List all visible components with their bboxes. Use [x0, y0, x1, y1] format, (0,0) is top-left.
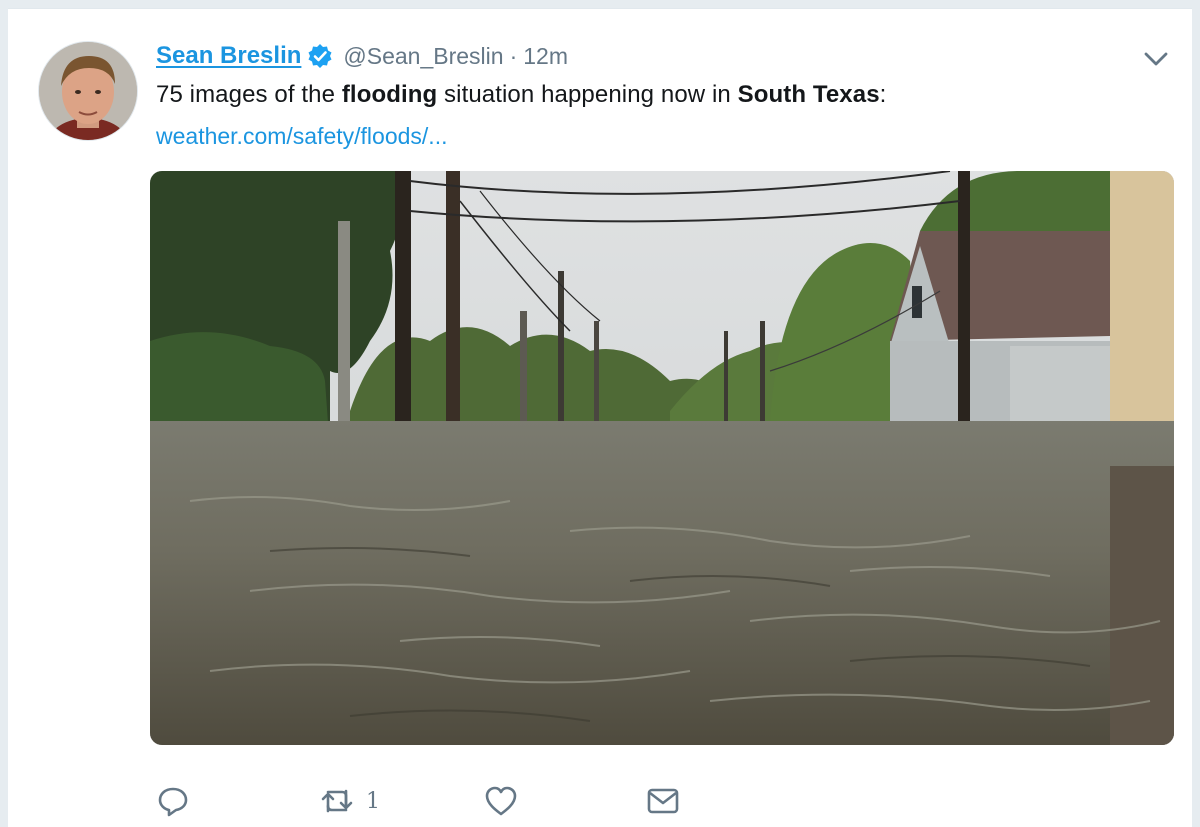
- envelope-icon: [647, 788, 679, 814]
- flood-photo: [150, 171, 1174, 745]
- avatar-photo: [39, 42, 137, 140]
- chevron-down-icon[interactable]: [1142, 47, 1170, 71]
- like-button[interactable]: [484, 781, 518, 821]
- reply-icon: [158, 787, 188, 817]
- tweet-text-bold: flooding: [341, 81, 438, 108]
- tweet-text-part: :: [879, 81, 887, 108]
- tweet-text-part: situation happening now in: [437, 81, 738, 108]
- tweet-text-part: 75 images of the: [156, 81, 342, 108]
- reply-button[interactable]: [156, 781, 190, 821]
- tweet-header: Sean Breslin @Sean_Breslin · 12m: [156, 40, 568, 72]
- header-separator: ·: [509, 42, 518, 69]
- author-avatar[interactable]: [38, 41, 138, 141]
- tweet-timestamp[interactable]: 12m: [523, 43, 568, 70]
- author-display-name[interactable]: Sean Breslin: [156, 42, 301, 70]
- tweet-card[interactable]: Sean Breslin @Sean_Breslin · 12m 75 imag…: [8, 8, 1192, 827]
- tweet-text-bold: South Texas: [737, 81, 880, 108]
- verified-badge-icon: [307, 43, 333, 69]
- tweet-link[interactable]: weather.com/safety/floods/...: [156, 123, 447, 150]
- tweet-media-photo[interactable]: [150, 171, 1174, 745]
- author-handle[interactable]: @Sean_Breslin: [343, 43, 503, 70]
- tweet-text: 75 images of the flooding situation happ…: [156, 81, 886, 109]
- retweet-icon: [321, 789, 353, 813]
- direct-message-button[interactable]: [646, 781, 680, 821]
- retweet-count: 1: [366, 788, 380, 814]
- retweet-button[interactable]: 1: [320, 781, 380, 821]
- heart-icon: [485, 786, 517, 816]
